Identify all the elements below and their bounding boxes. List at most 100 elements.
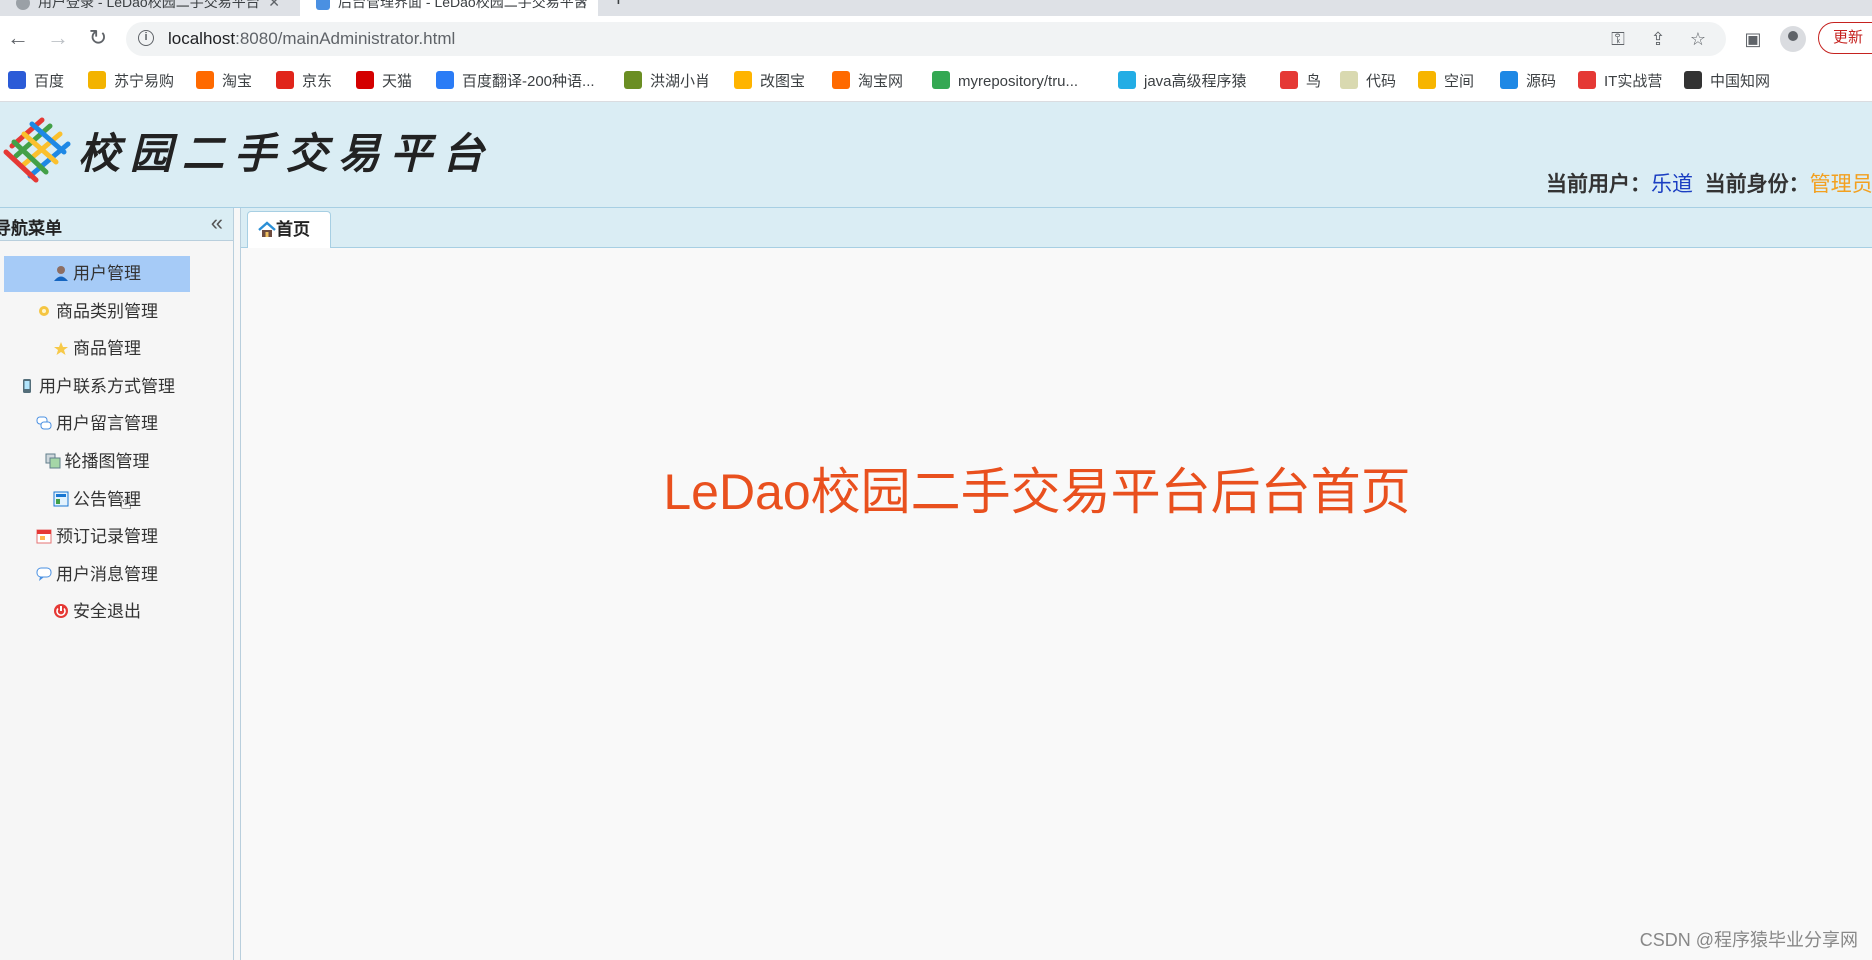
current-role: 管理员 xyxy=(1809,173,1872,196)
new-tab-icon[interactable]: + xyxy=(612,0,625,12)
bookmark-item[interactable]: myrepository/tru... xyxy=(932,71,1078,93)
sidebar-item-star[interactable]: 商品管理 xyxy=(4,331,190,367)
power-icon xyxy=(54,604,68,619)
bookmark-label: 京东 xyxy=(302,73,333,90)
bookmark-label: 鸟 xyxy=(1306,73,1322,90)
bookmark-item[interactable]: 鸟 xyxy=(1280,71,1321,93)
bookmark-label: 源码 xyxy=(1526,73,1557,90)
cnki-icon xyxy=(1684,71,1702,89)
message-icon xyxy=(36,567,52,581)
gaitubao-icon xyxy=(734,71,752,89)
user-icon xyxy=(54,266,68,281)
sidebar-item-label: 用户留言管理 xyxy=(56,414,158,434)
home-icon xyxy=(258,221,276,237)
browser-toolbar: ← → ↻ i localhost:8080/mainAdministrator… xyxy=(0,16,1872,62)
site-info-icon[interactable]: i xyxy=(138,30,154,46)
key-icon[interactable]: ⚿ xyxy=(1606,27,1630,51)
sidebar-item-label: 安全退出 xyxy=(73,602,141,622)
bookmark-item[interactable]: 京东 xyxy=(276,71,332,93)
hand-cursor-icon: ☝ xyxy=(120,492,133,514)
browser-tab-login[interactable]: 用户登录 - LeDao校园二手交易平台 ✕ xyxy=(0,0,290,16)
sidebar-item-label: 商品管理 xyxy=(73,339,141,359)
current-user-name: 乐道 xyxy=(1651,173,1693,196)
sidebar-item-slides[interactable]: 轮播图管理 xyxy=(4,444,190,480)
close-tab-icon[interactable]: ✕ xyxy=(576,0,588,16)
notice-icon xyxy=(53,491,69,507)
sidebar-item-label: 用户消息管理 xyxy=(56,564,158,584)
bookmark-star-icon[interactable]: ☆ xyxy=(1686,27,1710,51)
bookmark-item[interactable]: 百度翻译-200种语... xyxy=(436,71,595,93)
bookmark-item[interactable]: 中国知网 xyxy=(1684,71,1770,93)
bookmark-item[interactable]: 改图宝 xyxy=(734,71,805,93)
jd-icon xyxy=(276,71,294,89)
suning-icon xyxy=(88,71,106,89)
sidebar-item-comments[interactable]: 用户留言管理 xyxy=(4,406,190,442)
site-title: 校园二手交易平台 xyxy=(78,129,495,178)
welcome-heading: LeDao校园二手交易平台后台首页 xyxy=(663,464,1411,520)
tmall-icon xyxy=(356,71,374,89)
code-icon xyxy=(1340,71,1358,89)
bookmark-item[interactable]: 淘宝 xyxy=(196,71,252,93)
bookmark-label: 空间 xyxy=(1444,73,1475,90)
bookmark-item[interactable]: 洪湖小肖 xyxy=(624,71,710,93)
bookmark-item[interactable]: 源码 xyxy=(1500,71,1556,93)
bookmark-item[interactable]: 百度 xyxy=(8,71,64,93)
browser-tab-strip: 用户登录 - LeDao校园二手交易平台 ✕ 后台管理界面 - LeDao校园二… xyxy=(0,0,1872,16)
back-icon[interactable]: ← xyxy=(4,24,32,52)
sidebar-item-user[interactable]: 用户管理 xyxy=(4,256,190,292)
app-header: 校园二手交易平台 当前用户：乐道 当前身份：管理员 xyxy=(0,102,1872,208)
sidebar-item-notice[interactable]: 公告管理 xyxy=(4,482,190,518)
reload-icon[interactable]: ↻ xyxy=(84,24,112,52)
bookmark-label: 淘宝网 xyxy=(858,73,904,90)
page-icon xyxy=(316,0,330,11)
bookmark-label: 代码 xyxy=(1366,73,1397,90)
sidebar-item-label: 预订记录管理 xyxy=(56,527,158,547)
sidebar-header: 导航菜单 « xyxy=(0,208,233,241)
bookmark-item[interactable]: java高级程序猿 xyxy=(1118,71,1247,93)
baidu-translate-icon xyxy=(436,71,454,89)
bird-icon xyxy=(1280,71,1298,89)
close-tab-icon[interactable]: ✕ xyxy=(268,0,280,16)
bookmark-item[interactable]: 淘宝网 xyxy=(832,71,903,93)
bookmark-label: IT实战营 xyxy=(1604,73,1663,90)
sidebar-item-category[interactable]: 商品类别管理 xyxy=(4,294,190,330)
csdn-watermark: CSDN @程序猿毕业分享网 xyxy=(1639,930,1858,950)
tab-home[interactable]: 首页 xyxy=(247,211,331,248)
bookmark-item[interactable]: 代码 xyxy=(1340,71,1396,93)
bookmark-label: 改图宝 xyxy=(760,73,806,90)
baidu-icon xyxy=(8,71,26,89)
bookmarks-bar: 百度 苏宁易购 淘宝 京东 天猫 百度翻译-200种语... 洪湖小肖 改图宝 淘宝网 myrep… xyxy=(0,62,1872,102)
collapse-icon[interactable]: « xyxy=(211,210,223,236)
forward-icon[interactable]: → xyxy=(44,24,72,52)
current-user-label: 当前用户： xyxy=(1546,173,1651,196)
bookmark-item[interactable]: IT实战营 xyxy=(1578,71,1662,93)
bookmark-item[interactable]: 天猫 xyxy=(356,71,412,93)
address-bar[interactable]: i localhost:8080/mainAdministrator.html … xyxy=(126,22,1726,56)
phone-icon xyxy=(23,378,31,393)
sidebar-item-power[interactable]: 安全退出 xyxy=(4,594,190,630)
tab-home-label: 首页 xyxy=(276,220,310,239)
qzone-icon xyxy=(1418,71,1436,89)
slides-icon xyxy=(45,453,60,469)
bookmark-item[interactable]: 苏宁易购 xyxy=(88,71,174,93)
share-icon[interactable]: ⇪ xyxy=(1646,27,1670,51)
bookmark-label: 苏宁易购 xyxy=(114,73,175,90)
bookmark-label: 中国知网 xyxy=(1710,73,1771,90)
content-tabs-bar: 首页 xyxy=(241,208,1872,248)
source-icon xyxy=(1500,71,1518,89)
sidebar-item-label: 商品类别管理 xyxy=(56,301,158,321)
sidebar-item-label: 用户管理 xyxy=(73,264,141,283)
side-panel-icon[interactable]: ▣ xyxy=(1740,26,1766,52)
globe-icon xyxy=(16,0,30,11)
browser-tab-title: 用户登录 - LeDao校园二手交易平台 xyxy=(38,0,260,10)
bookmark-item[interactable]: 空间 xyxy=(1418,71,1474,93)
browser-tab-admin[interactable]: 后台管理界面 - LeDao校园二手交易平台 ✕ xyxy=(300,0,598,16)
sidebar-item-phone[interactable]: 用户联系方式管理 xyxy=(4,369,190,405)
update-button[interactable]: 更新 xyxy=(1818,22,1872,54)
sidebar-item-message[interactable]: 用户消息管理 xyxy=(4,557,190,593)
url-text: localhost:8080/mainAdministrator.html xyxy=(168,29,456,48)
sidebar-item-booking[interactable]: 预订记录管理 xyxy=(4,519,190,555)
profile-avatar-icon[interactable] xyxy=(1780,26,1806,52)
current-user-info: 当前用户：乐道 当前身份：管理员 xyxy=(1546,168,1872,198)
browser-tab-title: 后台管理界面 - LeDao校园二手交易平台 xyxy=(338,0,588,10)
